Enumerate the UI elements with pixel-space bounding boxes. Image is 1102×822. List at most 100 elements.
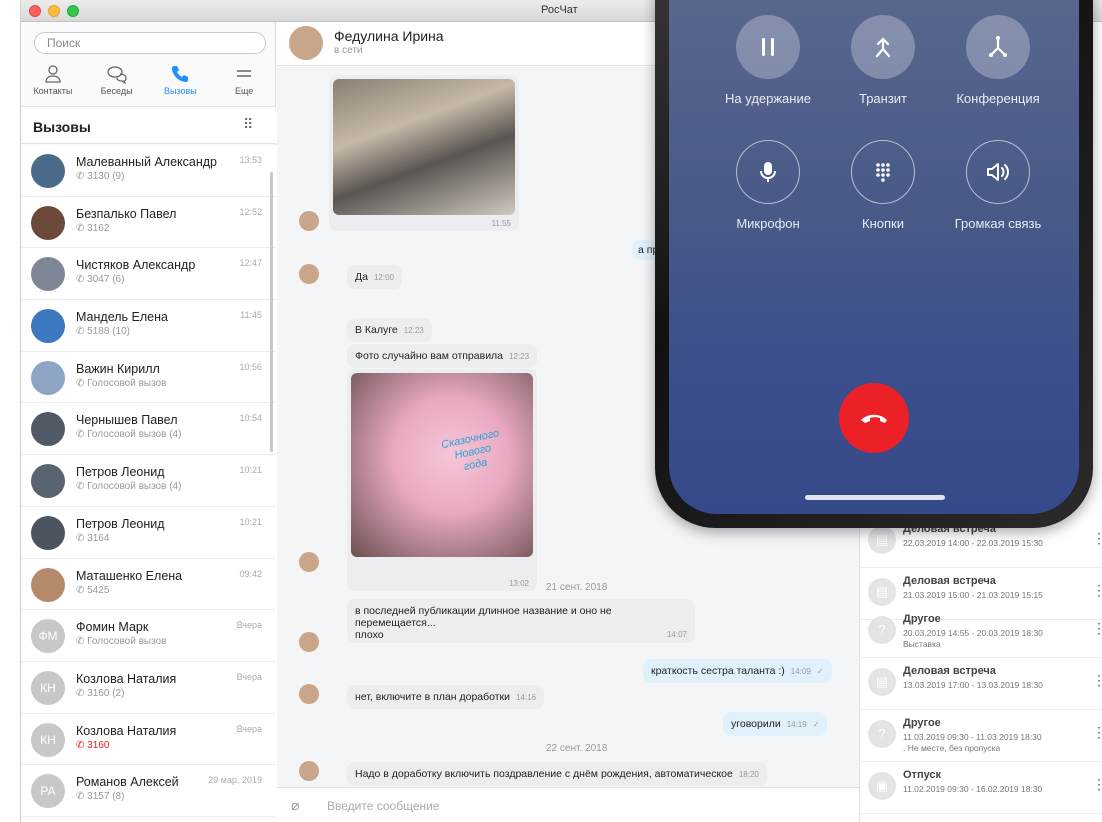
tab-conversations[interactable]: Беседы	[85, 60, 149, 104]
speaker-button[interactable]: Громкая связь	[955, 140, 1041, 231]
transfer-icon	[851, 15, 915, 79]
call-item[interactable]: ФМ Фомин Марк ✆ Голосовой вызов Вчера	[21, 610, 276, 662]
phone-mockup: На удержание Транзит Конференция Микрофо	[655, 0, 1093, 528]
call-time: 10:54	[239, 413, 262, 424]
caller-name: Петров Леонид	[76, 516, 165, 531]
tab-label: Вызовы	[163, 86, 197, 96]
microphone-button[interactable]: Микрофон	[731, 140, 805, 231]
incoming-message[interactable]: Да 12:00	[347, 265, 402, 289]
caller-name: Маташенко Елена	[76, 568, 183, 583]
sender-avatar	[299, 264, 319, 284]
event-title: Деловая встреча	[903, 575, 996, 587]
message-time: 12:23	[403, 326, 424, 335]
transfer-button[interactable]: Транзит	[846, 15, 920, 106]
phone-small-icon: ✆	[76, 222, 88, 234]
photo-thumbnail[interactable]	[333, 79, 515, 215]
call-time: Вчера	[236, 671, 262, 682]
call-item[interactable]: Безпалько Павел ✆ 3162 12:52	[21, 197, 276, 249]
call-time: 11:45	[240, 310, 262, 321]
event-item[interactable]: ▤ Деловая встреча 13.03.2019 17:00 - 13.…	[860, 658, 1102, 710]
minimize-window-button[interactable]	[48, 5, 60, 17]
event-dates: 20.03.2019 14:55 - 20.03.2019 18:30	[903, 628, 1043, 638]
photo-message[interactable]: Сказочного Нового года 13:02	[347, 369, 537, 591]
call-item[interactable]: Малеванный Александр ✆ 3130 (9) 13:53	[21, 145, 276, 197]
call-time: Вчера	[236, 723, 262, 734]
tab-more[interactable]: Еще	[212, 60, 276, 104]
event-item[interactable]: ? Другое 11.03.2019 09:30 - 11.03.2019 1…	[860, 710, 1102, 762]
photo-message[interactable]: 11:55	[329, 75, 519, 231]
more-menu-icon[interactable]: ⋮	[1092, 672, 1102, 689]
call-item[interactable]: РА Романов Алексей ✆ 3157 (8) 29 мар. 20…	[21, 765, 276, 817]
message-time: 12:23	[509, 352, 530, 361]
call-item[interactable]: КН Козлова Наталия ✆ 3160 (2) Вчера	[21, 662, 276, 714]
phone-small-icon: ✆	[76, 584, 88, 596]
sender-avatar	[299, 761, 319, 781]
person-icon	[45, 65, 61, 83]
tab-calls[interactable]: Вызовы	[149, 60, 213, 104]
end-call-button[interactable]	[839, 383, 909, 453]
microphone-label: Микрофон	[736, 216, 800, 231]
sender-avatar	[299, 632, 319, 652]
message-text: Фото случайно вам отправила	[355, 350, 504, 362]
message-input[interactable]: Введите сообщение	[327, 799, 440, 813]
call-item[interactable]: Чистяков Александр ✆ 3047 (6) 12:47	[21, 248, 276, 301]
question-icon: ?	[868, 720, 896, 748]
call-item[interactable]: КН Козлова Наталия ✆ 3160 Вчера	[21, 714, 276, 766]
more-menu-icon[interactable]: ⋮	[1092, 724, 1102, 741]
more-menu-icon[interactable]: ⋮	[1092, 582, 1102, 599]
keypad-button[interactable]: Кнопки	[846, 140, 920, 231]
outgoing-message[interactable]: уговорили 14:19 ✓	[723, 712, 828, 736]
call-detail: ✆ 5188 (10)	[76, 326, 130, 337]
message-time: 13:02	[508, 579, 529, 588]
call-detail-text: 3160 (2)	[87, 687, 125, 699]
call-item[interactable]: Петров Леонид ✆ 3164 10:21	[21, 507, 276, 559]
hold-label: На удержание	[725, 91, 811, 106]
message-text: Да	[355, 271, 368, 283]
outgoing-message[interactable]: краткость сестра таланта :) 14:09 ✓	[643, 659, 832, 683]
phone-small-icon: ✆	[76, 274, 88, 286]
call-time: 10:21	[239, 516, 262, 527]
tab-contacts[interactable]: Контакты	[21, 60, 85, 104]
avatar	[31, 412, 65, 447]
incoming-message[interactable]: Фото случайно вам отправила 12:23	[347, 344, 538, 368]
search-input[interactable]: Поиск	[34, 32, 266, 54]
call-detail: ✆ 3047 (6)	[76, 274, 124, 285]
message-text: краткость сестра таланта :)	[651, 665, 785, 677]
avatar-initials: КН	[31, 670, 65, 705]
event-note: . Не месте, без пропуска	[903, 743, 1001, 753]
sidebar: Поиск Контакты Беседы Вызовы Еще Вызовы …	[21, 22, 276, 822]
incoming-message[interactable]: в последней публикации длинное название …	[347, 599, 695, 643]
incoming-message[interactable]: нет, включите в план доработки 14:16	[347, 685, 545, 709]
call-detail-text: Голосовой вызов (4)	[87, 429, 182, 441]
call-item[interactable]: Важин Кирилл ✆ Голосовой вызов 10:56	[21, 352, 276, 404]
speaker-icon	[966, 140, 1030, 204]
conference-button[interactable]: Конференция	[956, 15, 1040, 106]
avatar-initials: РА	[31, 774, 65, 809]
event-item[interactable]: ▣ Отпуск 11.02.2019 09:30 - 16.02.2019 1…	[860, 762, 1102, 814]
call-item[interactable]: Петров Леонид ✆ Голосовой вызов (4) 10:2…	[21, 455, 276, 507]
more-menu-icon[interactable]: ⋮	[1092, 776, 1102, 793]
message-text: нет, включите в план доработки	[355, 691, 511, 703]
sidebar-scrollbar[interactable]	[270, 172, 273, 452]
zoom-window-button[interactable]	[67, 5, 79, 17]
photo-thumbnail[interactable]: Сказочного Нового года	[351, 373, 533, 557]
conference-icon	[966, 15, 1030, 79]
event-item[interactable]: ? Другое 20.03.2019 14:55 - 20.03.2019 1…	[860, 606, 1102, 658]
dialpad-icon[interactable]: ⠿	[243, 116, 254, 133]
message-text-line2: плохо	[355, 629, 384, 641]
message-text: в последней публикации длинное название …	[355, 605, 612, 629]
phone-small-icon: ✆	[76, 636, 88, 648]
close-window-button[interactable]	[29, 5, 41, 17]
call-item[interactable]: Чернышев Павел ✆ Голосовой вызов (4) 10:…	[21, 403, 276, 456]
calls-section-header: Вызовы ⠿	[21, 106, 276, 144]
attach-icon[interactable]: ⌀	[291, 797, 299, 814]
call-item[interactable]: Мандель Елена ✆ 5188 (10) 11:45	[21, 300, 276, 352]
incoming-message[interactable]: В Калуге 12:23	[347, 318, 432, 342]
more-menu-icon[interactable]: ⋮	[1092, 530, 1102, 547]
hold-button[interactable]: На удержание	[725, 15, 811, 106]
sender-avatar	[299, 684, 319, 704]
incoming-message[interactable]: Надо в доработку включить поздравление с…	[347, 762, 767, 786]
transfer-label: Транзит	[858, 91, 908, 106]
call-item[interactable]: Маташенко Елена ✆ 5425 09:42	[21, 559, 276, 611]
more-menu-icon[interactable]: ⋮	[1092, 620, 1102, 637]
